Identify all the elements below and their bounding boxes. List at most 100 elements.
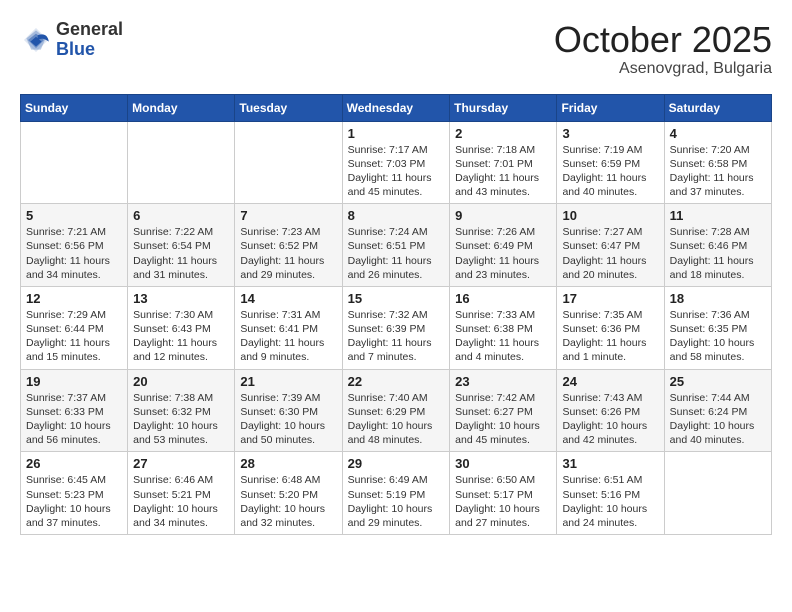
day-info: Sunrise: 6:51 AM Sunset: 5:16 PM Dayligh… — [562, 473, 658, 530]
day-number: 30 — [455, 456, 551, 471]
calendar-cell: 26Sunrise: 6:45 AM Sunset: 5:23 PM Dayli… — [21, 452, 128, 535]
day-number: 20 — [133, 374, 229, 389]
day-info: Sunrise: 7:20 AM Sunset: 6:58 PM Dayligh… — [670, 143, 766, 200]
calendar-cell: 31 Sunrise: 6:51 AM Sunset: 5:16 PM Dayli… — [557, 452, 664, 535]
day-number: 15 — [348, 291, 445, 306]
day-number: 28 — [240, 456, 336, 471]
day-info: Sunrise: 7:39 AM Sunset: 6:30 PM Dayligh… — [240, 391, 336, 448]
day-number: 16 — [455, 291, 551, 306]
calendar-cell: 19Sunrise: 7:37 AM Sunset: 6:33 PM Dayli… — [21, 369, 128, 452]
day-number: 4 — [670, 126, 766, 141]
day-number: 17 — [562, 291, 658, 306]
day-info: Sunrise: 6:46 AM Sunset: 5:21 PM Dayligh… — [133, 473, 229, 530]
day-info: Sunrise: 7:40 AM Sunset: 6:29 PM Dayligh… — [348, 391, 445, 448]
calendar-cell: 21Sunrise: 7:39 AM Sunset: 6:30 PM Dayli… — [235, 369, 342, 452]
day-info: Sunrise: 7:19 AM Sunset: 6:59 PM Dayligh… — [562, 143, 658, 200]
day-info: Sunrise: 7:31 AM Sunset: 6:41 PM Dayligh… — [240, 308, 336, 365]
calendar-table: SundayMondayTuesdayWednesdayThursdayFrid… — [20, 94, 772, 535]
day-number: 27 — [133, 456, 229, 471]
calendar-cell: 7 Sunrise: 7:23 AM Sunset: 6:52 PM Daylig… — [235, 204, 342, 287]
day-number: 18 — [670, 291, 766, 306]
title-block: October 2025 Asenovgrad, Bulgaria — [554, 20, 772, 78]
day-number: 24 — [562, 374, 658, 389]
calendar-cell: 20 Sunrise: 7:38 AM Sunset: 6:32 PM Dayli… — [128, 369, 235, 452]
calendar-cell — [21, 121, 128, 204]
day-number: 23 — [455, 374, 551, 389]
day-number: 2 — [455, 126, 551, 141]
calendar-cell: 3Sunrise: 7:19 AM Sunset: 6:59 PM Daylig… — [557, 121, 664, 204]
location-subtitle: Asenovgrad, Bulgaria — [554, 60, 772, 78]
page-header: General Blue October 2025 Asenovgrad, Bu… — [20, 20, 772, 78]
calendar-cell: 12 Sunrise: 7:29 AM Sunset: 6:44 PM Dayli… — [21, 286, 128, 369]
day-number: 25 — [670, 374, 766, 389]
calendar-week-row: 5 Sunrise: 7:21 AM Sunset: 6:56 PM Daylig… — [21, 204, 772, 287]
day-info: Sunrise: 7:35 AM Sunset: 6:36 PM Dayligh… — [562, 308, 658, 365]
calendar-week-row: 1Sunrise: 7:17 AM Sunset: 7:03 PM Daylig… — [21, 121, 772, 204]
calendar-cell: 24 Sunrise: 7:43 AM Sunset: 6:26 PM Dayli… — [557, 369, 664, 452]
calendar-week-row: 12 Sunrise: 7:29 AM Sunset: 6:44 PM Dayli… — [21, 286, 772, 369]
month-title: October 2025 — [554, 20, 772, 60]
calendar-cell: 27 Sunrise: 6:46 AM Sunset: 5:21 PM Dayli… — [128, 452, 235, 535]
calendar-cell: 2 Sunrise: 7:18 AM Sunset: 7:01 PM Daylig… — [450, 121, 557, 204]
day-info: Sunrise: 7:33 AM Sunset: 6:38 PM Dayligh… — [455, 308, 551, 365]
day-info: Sunrise: 7:21 AM Sunset: 6:56 PM Dayligh… — [26, 225, 122, 282]
column-header-monday: Monday — [128, 94, 235, 121]
logo-general-text: General — [56, 19, 123, 39]
calendar-cell: 28Sunrise: 6:48 AM Sunset: 5:20 PM Dayli… — [235, 452, 342, 535]
calendar-cell: 9 Sunrise: 7:26 AM Sunset: 6:49 PM Daylig… — [450, 204, 557, 287]
day-number: 6 — [133, 208, 229, 223]
calendar-cell — [128, 121, 235, 204]
day-number: 12 — [26, 291, 122, 306]
column-header-sunday: Sunday — [21, 94, 128, 121]
day-info: Sunrise: 6:50 AM Sunset: 5:17 PM Dayligh… — [455, 473, 551, 530]
logo-icon — [20, 24, 52, 56]
day-info: Sunrise: 7:18 AM Sunset: 7:01 PM Dayligh… — [455, 143, 551, 200]
day-number: 8 — [348, 208, 445, 223]
calendar-cell — [664, 452, 771, 535]
day-info: Sunrise: 7:22 AM Sunset: 6:54 PM Dayligh… — [133, 225, 229, 282]
calendar-cell: 8 Sunrise: 7:24 AM Sunset: 6:51 PM Daylig… — [342, 204, 450, 287]
column-header-friday: Friday — [557, 94, 664, 121]
calendar-cell: 11 Sunrise: 7:28 AM Sunset: 6:46 PM Dayli… — [664, 204, 771, 287]
day-number: 9 — [455, 208, 551, 223]
day-info: Sunrise: 7:30 AM Sunset: 6:43 PM Dayligh… — [133, 308, 229, 365]
day-info: Sunrise: 7:23 AM Sunset: 6:52 PM Dayligh… — [240, 225, 336, 282]
calendar-cell: 1Sunrise: 7:17 AM Sunset: 7:03 PM Daylig… — [342, 121, 450, 204]
calendar-cell: 6 Sunrise: 7:22 AM Sunset: 6:54 PM Daylig… — [128, 204, 235, 287]
day-number: 7 — [240, 208, 336, 223]
column-header-saturday: Saturday — [664, 94, 771, 121]
calendar-week-row: 19Sunrise: 7:37 AM Sunset: 6:33 PM Dayli… — [21, 369, 772, 452]
column-header-thursday: Thursday — [450, 94, 557, 121]
day-info: Sunrise: 7:17 AM Sunset: 7:03 PM Dayligh… — [348, 143, 445, 200]
calendar-cell: 14Sunrise: 7:31 AM Sunset: 6:41 PM Dayli… — [235, 286, 342, 369]
day-info: Sunrise: 7:27 AM Sunset: 6:47 PM Dayligh… — [562, 225, 658, 282]
day-number: 5 — [26, 208, 122, 223]
day-number: 22 — [348, 374, 445, 389]
day-info: Sunrise: 6:49 AM Sunset: 5:19 PM Dayligh… — [348, 473, 445, 530]
calendar-cell: 5 Sunrise: 7:21 AM Sunset: 6:56 PM Daylig… — [21, 204, 128, 287]
day-number: 19 — [26, 374, 122, 389]
calendar-cell — [235, 121, 342, 204]
calendar-cell: 18 Sunrise: 7:36 AM Sunset: 6:35 PM Dayli… — [664, 286, 771, 369]
calendar-cell: 4 Sunrise: 7:20 AM Sunset: 6:58 PM Daylig… — [664, 121, 771, 204]
logo-blue-text: Blue — [56, 39, 95, 59]
day-info: Sunrise: 7:29 AM Sunset: 6:44 PM Dayligh… — [26, 308, 122, 365]
day-info: Sunrise: 7:24 AM Sunset: 6:51 PM Dayligh… — [348, 225, 445, 282]
column-header-wednesday: Wednesday — [342, 94, 450, 121]
calendar-cell: 23Sunrise: 7:42 AM Sunset: 6:27 PM Dayli… — [450, 369, 557, 452]
day-number: 10 — [562, 208, 658, 223]
calendar-week-row: 26Sunrise: 6:45 AM Sunset: 5:23 PM Dayli… — [21, 452, 772, 535]
day-number: 11 — [670, 208, 766, 223]
calendar-cell: 13Sunrise: 7:30 AM Sunset: 6:43 PM Dayli… — [128, 286, 235, 369]
day-info: Sunrise: 7:43 AM Sunset: 6:26 PM Dayligh… — [562, 391, 658, 448]
day-number: 31 — [562, 456, 658, 471]
calendar-cell: 16 Sunrise: 7:33 AM Sunset: 6:38 PM Dayli… — [450, 286, 557, 369]
day-info: Sunrise: 7:36 AM Sunset: 6:35 PM Dayligh… — [670, 308, 766, 365]
day-info: Sunrise: 7:28 AM Sunset: 6:46 PM Dayligh… — [670, 225, 766, 282]
calendar-cell: 22 Sunrise: 7:40 AM Sunset: 6:29 PM Dayli… — [342, 369, 450, 452]
day-number: 26 — [26, 456, 122, 471]
day-info: Sunrise: 7:26 AM Sunset: 6:49 PM Dayligh… — [455, 225, 551, 282]
calendar-cell: 30 Sunrise: 6:50 AM Sunset: 5:17 PM Dayli… — [450, 452, 557, 535]
day-info: Sunrise: 7:38 AM Sunset: 6:32 PM Dayligh… — [133, 391, 229, 448]
calendar-cell: 17 Sunrise: 7:35 AM Sunset: 6:36 PM Dayli… — [557, 286, 664, 369]
